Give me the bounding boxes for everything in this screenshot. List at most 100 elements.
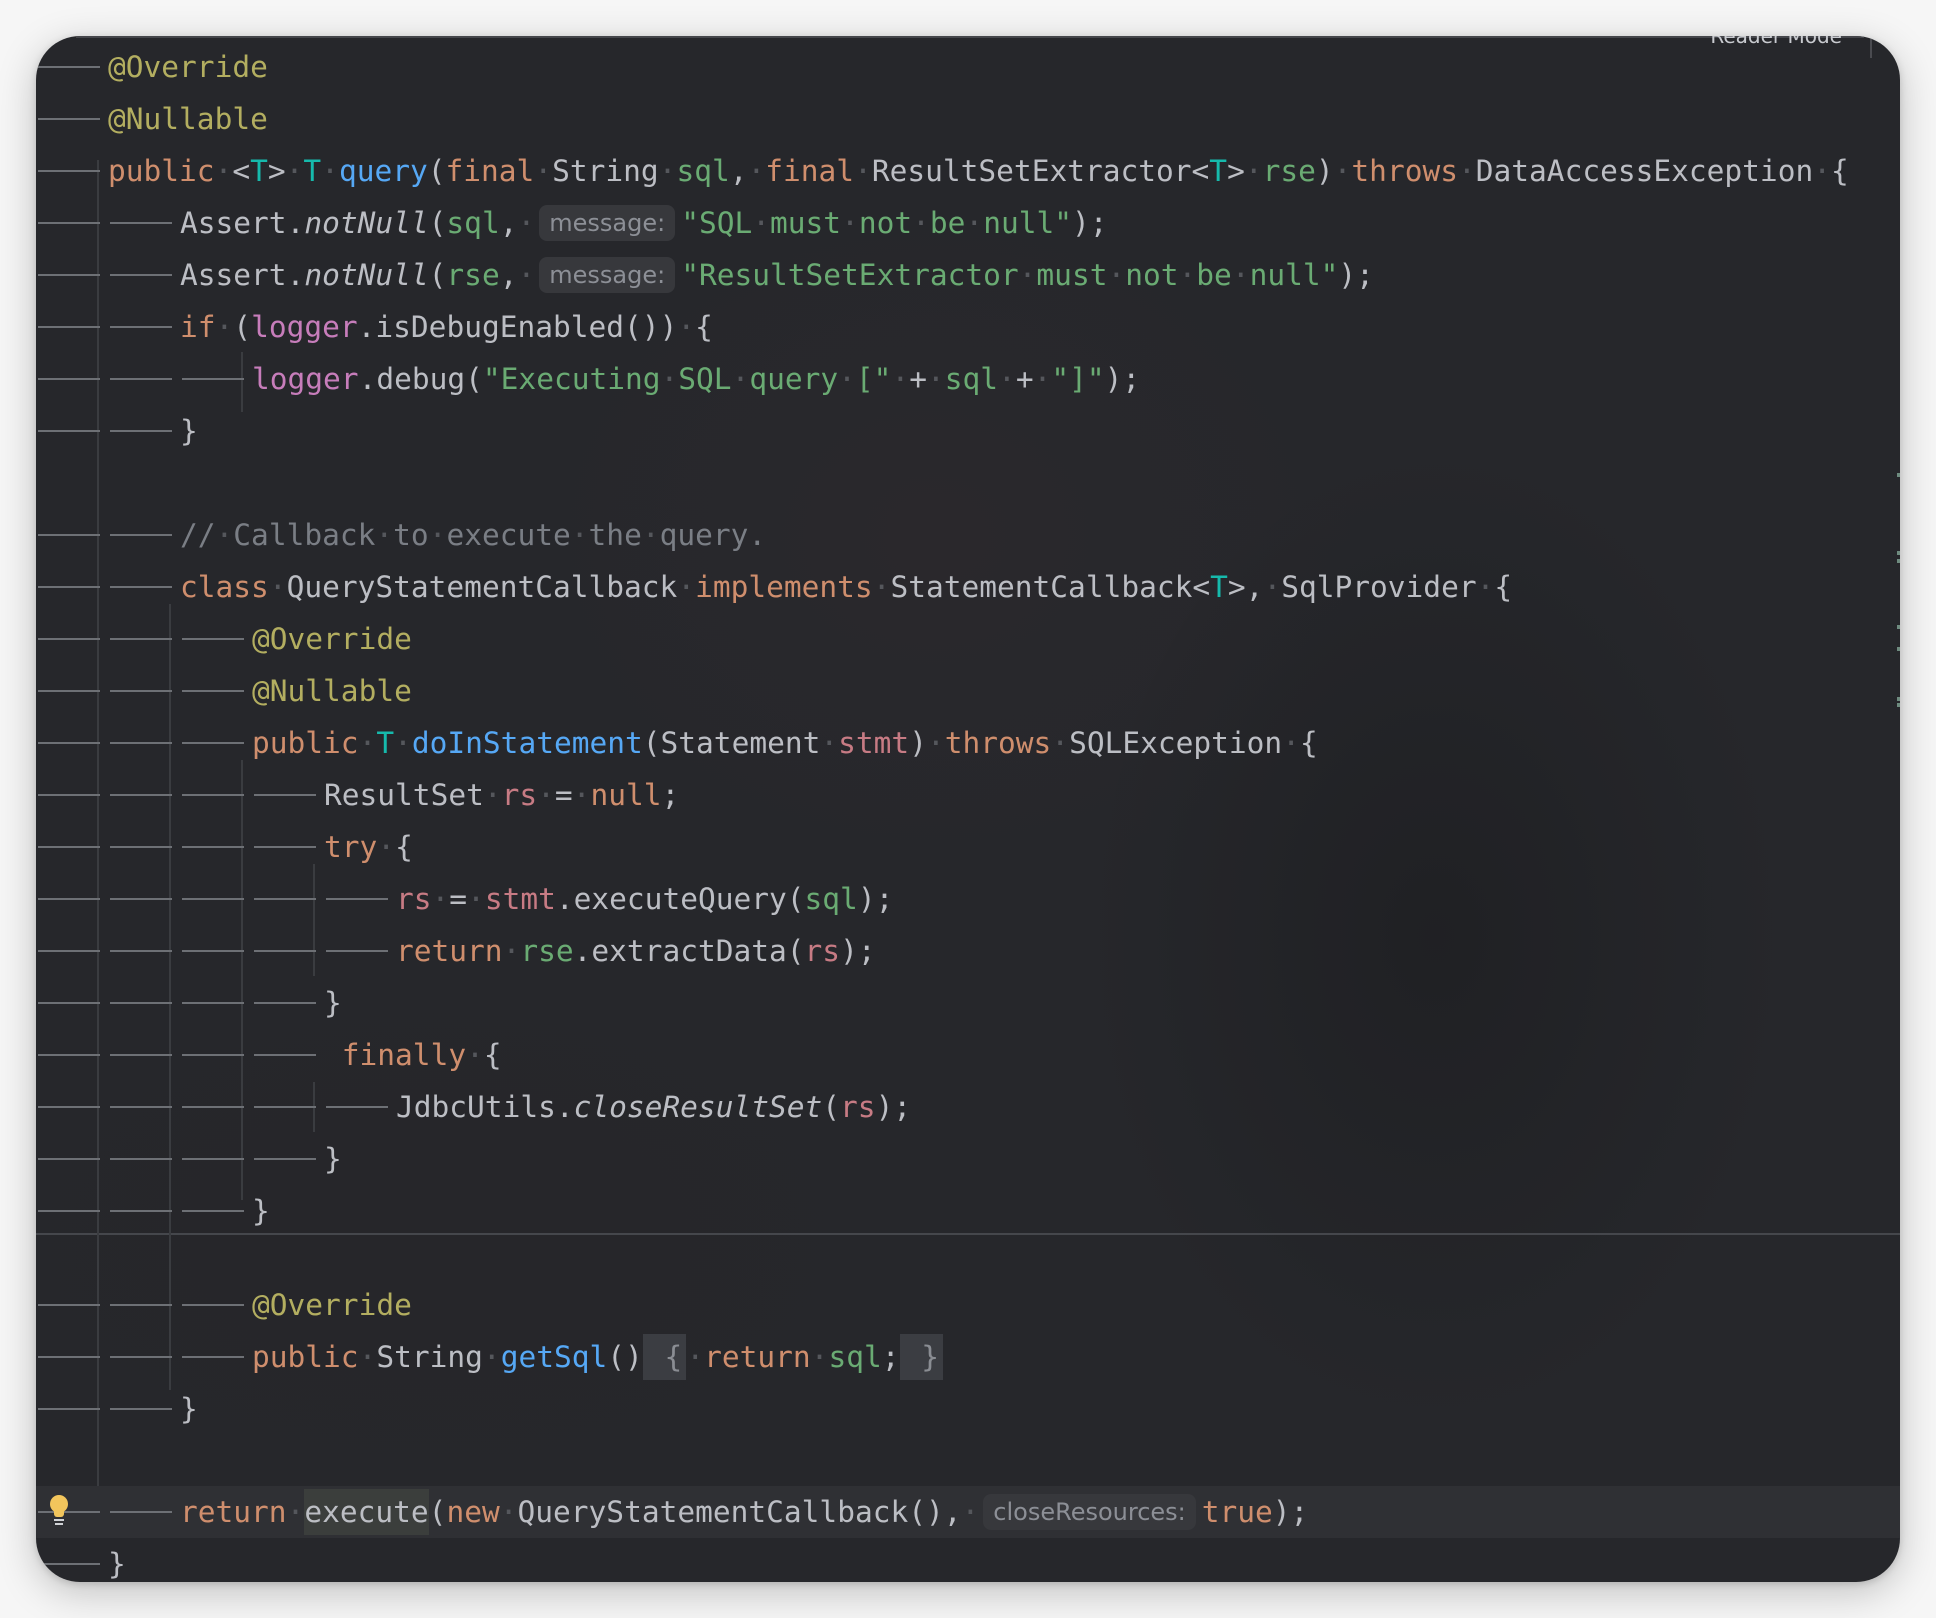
type-parameter: T [250, 154, 268, 188]
code-line[interactable] [36, 457, 1900, 509]
stripe-marker[interactable] [1897, 703, 1900, 707]
code-line[interactable]: } [36, 1538, 1900, 1582]
tab-marker [36, 1185, 108, 1237]
whitespace-dot: · [872, 570, 891, 604]
code-tokens: finally ·{ [324, 1038, 502, 1072]
code-line[interactable]: public · String · getSql() {· return · sql; } [36, 1331, 1900, 1383]
tab-marker [180, 613, 252, 665]
tab-marker [180, 873, 252, 925]
code-line[interactable]: //· Callback · to · execute · the · query. [36, 509, 1900, 561]
code-line[interactable]: } [36, 1185, 1900, 1237]
code-line[interactable]: @Override [36, 613, 1900, 665]
code-text: ); [857, 882, 894, 916]
code-text: ); [1338, 258, 1374, 292]
code-line[interactable]: class · QueryStatementCallback · implements ·… [36, 561, 1900, 613]
code-line[interactable]: JdbcUtils. closeResultSet(rs); [36, 1081, 1900, 1133]
tab-marker [180, 665, 252, 717]
whitespace-dot: · [810, 1340, 829, 1374]
whitespace-dot: · [926, 726, 945, 760]
code-text: ); [875, 1090, 912, 1124]
code-line[interactable]: finally ·{ [36, 1029, 1900, 1081]
indent-markers [36, 925, 396, 977]
code-line[interactable]: } [36, 977, 1900, 1029]
stripe-marker[interactable] [1897, 559, 1900, 563]
code-line[interactable]: ResultSet · rs · = · null; [36, 769, 1900, 821]
code-line[interactable]: return · rse .extractData(rs); [36, 925, 1900, 977]
code-text: SqlProvider [1281, 570, 1477, 604]
tab-marker [36, 1133, 108, 1185]
code-text: ( [822, 1090, 841, 1124]
code-text: ; [661, 778, 680, 812]
tab-marker [180, 1133, 252, 1185]
code-text: StatementCallback< [890, 570, 1211, 604]
code-tokens: Assert. notNull(rse, · message: "ResultSetEx… [180, 257, 1374, 293]
tab-marker [252, 1133, 324, 1185]
parameter: rse [1262, 154, 1316, 188]
tab-marker [36, 41, 108, 93]
code-tokens: public · T · doInStatement (Statement · stmt) · t… [252, 726, 1318, 760]
tab-marker [108, 665, 180, 717]
whitespace-dot: · [268, 570, 287, 604]
code-line[interactable]: } [36, 405, 1900, 457]
code-area[interactable]: @Override @Nullable public · < T > · T · query(fin… [36, 36, 1900, 1582]
code-text: .debug( [358, 362, 483, 396]
code-line[interactable]: } [36, 1133, 1900, 1185]
code-line[interactable]: @Override [36, 41, 1900, 93]
comment: query. [659, 518, 767, 552]
whitespace-dot: · [375, 518, 394, 552]
code-text: ( [428, 1495, 447, 1529]
tab-marker [180, 1279, 252, 1331]
tab-marker [324, 1081, 396, 1133]
stripe-marker[interactable] [1897, 697, 1900, 701]
indent-markers [36, 405, 180, 457]
stripe-marker[interactable] [1897, 473, 1900, 477]
code-text: , [499, 206, 518, 240]
code-line[interactable]: public · < T > · T · query(final · String · sql, · fin… [36, 145, 1900, 197]
error-stripe[interactable] [1897, 36, 1900, 1582]
tab-marker [108, 1383, 180, 1435]
stripe-marker[interactable] [1897, 551, 1900, 555]
code-tokens: } [252, 1194, 270, 1228]
type-parameter: T [376, 726, 395, 760]
tab-marker [36, 145, 108, 197]
code-line[interactable]: } [36, 1383, 1900, 1435]
code-line[interactable]: public · T · doInStatement (Statement · stmt) · t… [36, 717, 1900, 769]
whitespace-dot: · [820, 726, 839, 760]
code-line[interactable]: Assert. notNull(rse, · message: "ResultSetEx… [36, 249, 1900, 301]
code-text: QueryStatementCallback [286, 570, 678, 604]
code-line[interactable]: logger .debug("Executing · SQL · query · [" · + · s… [36, 353, 1900, 405]
method-name: getSql [500, 1340, 608, 1374]
stripe-marker[interactable] [1897, 625, 1900, 629]
code-line[interactable]: rs · = · stmt .executeQuery(sql); [36, 873, 1900, 925]
code-line[interactable]: Assert. notNull(sql, · message: "SQL · must · no… [36, 197, 1900, 249]
whitespace-dot: · [1244, 154, 1263, 188]
code-tokens: if ·(logger .isDebugEnabled()) ·{ [180, 310, 713, 344]
keyword: implements [695, 570, 873, 604]
tab-marker [108, 1029, 180, 1081]
whitespace-dot: · [517, 206, 536, 240]
annotation: @Override [108, 50, 268, 84]
tab-marker [36, 1538, 108, 1582]
code-line[interactable] [36, 1435, 1900, 1487]
keyword: public [252, 726, 359, 760]
code-line[interactable]: try ·{ [36, 821, 1900, 873]
code-line[interactable]: if ·(logger .isDebugEnabled()) ·{ [36, 301, 1900, 353]
code-line[interactable]: @Nullable [36, 93, 1900, 145]
string-literal: not [1125, 258, 1179, 292]
current-code-line[interactable]: return · execute(new · QueryStatementCallbac… [36, 1486, 1900, 1538]
indent-markers [36, 821, 324, 873]
whitespace-dot: · [466, 1038, 484, 1072]
code-text: .extractData( [573, 934, 805, 968]
parameter: sql [804, 882, 858, 916]
intention-bulb-icon[interactable] [48, 1495, 70, 1529]
whitespace-dot: · [483, 778, 502, 812]
tab-marker [36, 301, 108, 353]
tab-marker [36, 873, 108, 925]
stripe-marker[interactable] [1897, 647, 1900, 651]
tab-marker [36, 977, 108, 1029]
code-line[interactable]: @Nullable [36, 665, 1900, 717]
code-line[interactable]: @Override [36, 1279, 1900, 1331]
whitespace-dot: · [321, 154, 339, 188]
code-text: Assert. [180, 206, 305, 240]
code-text: = [449, 882, 468, 916]
